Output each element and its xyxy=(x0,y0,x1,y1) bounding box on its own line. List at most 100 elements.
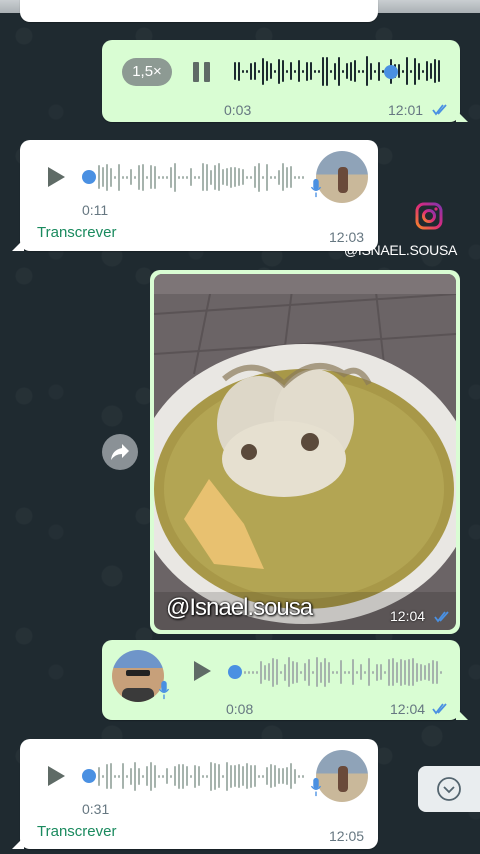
waveform-bar xyxy=(342,69,344,73)
waveform-bar xyxy=(430,63,432,79)
waveform-bar xyxy=(420,663,422,681)
waveform-bar xyxy=(258,162,260,192)
waveform-bar xyxy=(310,62,312,80)
waveform-bar xyxy=(114,774,116,778)
image-message[interactable]: @Isnael.sousa 12:04 xyxy=(150,270,460,634)
playback-position[interactable] xyxy=(82,769,96,783)
waveform-bar xyxy=(266,767,268,785)
waveform-bar xyxy=(198,175,200,179)
waveform-bar xyxy=(332,670,334,674)
waveform-bar xyxy=(404,659,406,685)
waveform-bar xyxy=(392,658,394,686)
waveform-bar xyxy=(150,761,152,791)
waveform-bar xyxy=(266,61,268,81)
bubble-tail xyxy=(456,708,468,720)
waveform-bar xyxy=(230,764,232,788)
transcribe-link[interactable]: Transcrever xyxy=(37,224,116,241)
waveform-bar xyxy=(278,58,280,84)
waveform-bar xyxy=(396,661,398,683)
waveform-bar xyxy=(286,166,288,188)
mic-icon xyxy=(310,777,322,797)
playback-position[interactable] xyxy=(384,65,398,79)
sender-avatar[interactable] xyxy=(316,750,368,802)
voice-duration: 0:11 xyxy=(82,202,109,218)
waveform-bar xyxy=(248,670,250,674)
play-icon[interactable] xyxy=(46,765,66,787)
waveform-bar xyxy=(414,57,416,85)
waveform[interactable] xyxy=(234,54,440,88)
waveform-bar xyxy=(426,61,428,81)
waveform-bar xyxy=(114,175,116,179)
waveform-bar xyxy=(102,167,104,187)
waveform-bar xyxy=(384,670,386,674)
waveform-bar xyxy=(102,774,104,778)
playback-position[interactable] xyxy=(228,665,242,679)
pause-icon[interactable] xyxy=(193,62,211,82)
transcribe-link[interactable]: Transcrever xyxy=(37,823,116,840)
waveform-bar xyxy=(238,61,240,81)
waveform-bar xyxy=(286,767,288,785)
forward-button[interactable] xyxy=(102,434,138,470)
waveform-bar xyxy=(328,661,330,683)
waveform-bar xyxy=(284,663,286,681)
soup-photo[interactable]: @Isnael.sousa 12:04 xyxy=(154,274,456,630)
play-icon[interactable] xyxy=(192,660,212,682)
waveform-bar xyxy=(348,670,350,674)
waveform-bar xyxy=(242,766,244,786)
waveform-bar xyxy=(202,774,204,778)
waveform[interactable] xyxy=(244,655,442,689)
waveform-bar xyxy=(250,764,252,788)
sender-avatar[interactable] xyxy=(316,151,368,203)
playback-speed-button[interactable]: 1,5× xyxy=(122,58,172,86)
waveform-bar xyxy=(282,163,284,191)
forward-icon xyxy=(111,444,129,460)
waveform-bar xyxy=(298,60,300,82)
waveform-bar xyxy=(202,163,204,191)
waveform-bar xyxy=(98,766,100,786)
scroll-down-icon xyxy=(437,777,461,801)
sender-avatar[interactable] xyxy=(112,650,164,702)
waveform-bar xyxy=(246,175,248,179)
waveform-bar xyxy=(274,765,276,787)
waveform-bar xyxy=(320,661,322,683)
scroll-down-button[interactable] xyxy=(418,766,480,812)
voice-message-in-1[interactable]: 0:11 Transcrever 12:03 xyxy=(12,140,378,251)
waveform-bar xyxy=(138,164,140,190)
voice-message-out-2[interactable]: 0:08 12:04 xyxy=(102,640,468,720)
waveform-bar xyxy=(98,165,100,189)
waveform-bar xyxy=(234,765,236,787)
waveform-bar xyxy=(294,768,296,784)
waveform-bar xyxy=(424,664,426,680)
waveform-bar xyxy=(270,175,272,179)
waveform-bar xyxy=(106,163,108,191)
waveform-bar xyxy=(274,69,276,73)
waveform[interactable] xyxy=(98,160,304,194)
waveform-bar xyxy=(218,163,220,191)
waveform-bar xyxy=(374,69,376,73)
waveform-bar xyxy=(406,57,408,85)
waveform-bar xyxy=(234,167,236,187)
waveform-bar xyxy=(350,61,352,81)
waveform-bar xyxy=(130,767,132,785)
waveform-bar xyxy=(402,69,404,73)
waveform-bar xyxy=(276,659,278,685)
voice-message-in-2[interactable]: 0:31 Transcrever 12:05 xyxy=(12,739,378,849)
voice-message-out-1[interactable]: 1,5× 0:03 12:01 xyxy=(102,40,468,122)
waveform-bar xyxy=(408,658,410,686)
playback-position[interactable] xyxy=(82,170,96,184)
waveform-bar xyxy=(400,658,402,686)
voice-duration: 0:03 xyxy=(224,102,252,118)
waveform-bar xyxy=(290,166,292,188)
waveform[interactable] xyxy=(98,759,304,793)
waveform-bar xyxy=(302,69,304,73)
waveform-bar xyxy=(282,768,284,784)
read-ticks-icon xyxy=(432,703,447,715)
waveform-bar xyxy=(190,168,192,186)
waveform-bar xyxy=(308,658,310,686)
waveform-bar xyxy=(322,56,324,86)
waveform-bar xyxy=(134,761,136,791)
previous-message-bubble xyxy=(20,0,378,22)
waveform-bar xyxy=(190,774,192,778)
waveform-bar xyxy=(122,763,124,789)
play-icon[interactable] xyxy=(46,166,66,188)
